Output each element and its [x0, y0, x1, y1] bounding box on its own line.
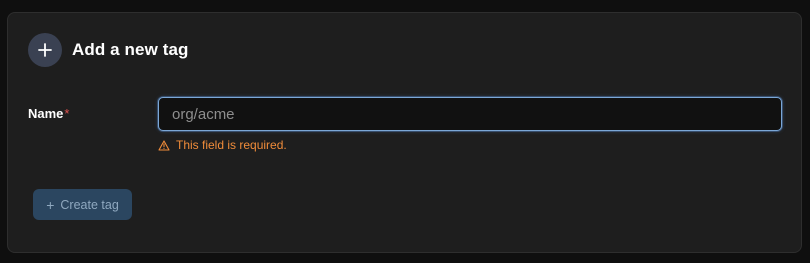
add-tag-card: Add a new tag Name* This field is requir… [7, 12, 802, 253]
name-label-text: Name [28, 106, 64, 121]
card-header: Add a new tag [28, 33, 189, 67]
validation-error: This field is required. [158, 138, 287, 152]
plus-icon [28, 33, 62, 67]
warning-triangle-icon [158, 139, 170, 151]
page-title: Add a new tag [72, 40, 189, 59]
plus-icon: + [46, 196, 55, 213]
name-input[interactable] [158, 97, 782, 131]
required-marker: * [64, 106, 70, 121]
create-tag-button[interactable]: + Create tag [33, 189, 132, 220]
create-tag-label: Create tag [60, 197, 119, 212]
error-message: This field is required. [176, 138, 287, 152]
name-label: Name* [28, 106, 69, 121]
